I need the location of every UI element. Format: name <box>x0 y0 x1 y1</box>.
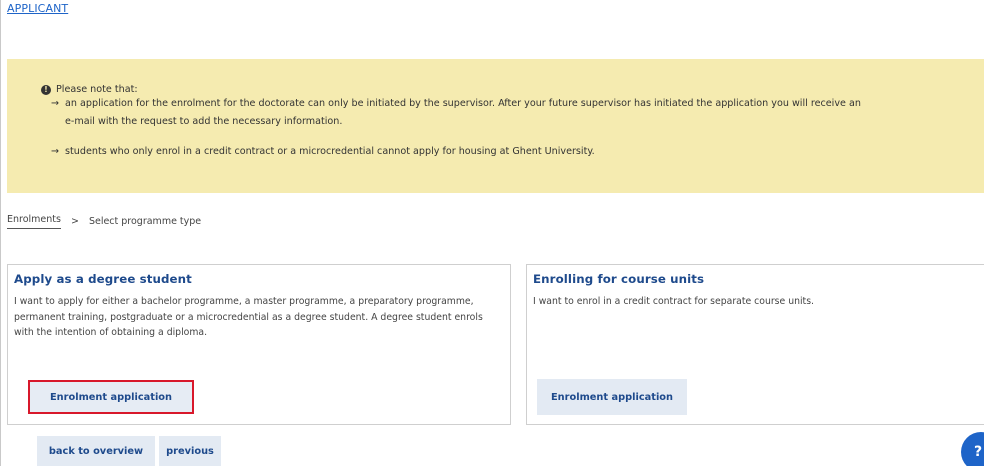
degree-enrolment-application-button[interactable]: Enrolment application <box>28 380 194 414</box>
previous-button[interactable]: previous <box>159 436 221 466</box>
card-description: I want to apply for either a bachelor pr… <box>14 296 483 338</box>
applicant-link[interactable]: APPLICANT <box>7 2 68 15</box>
help-icon[interactable]: ? <box>961 432 984 466</box>
arrow-right-icon: → <box>51 98 60 109</box>
notice-item-text: students who only enrol in a credit cont… <box>65 146 595 157</box>
course-enrolment-application-button[interactable]: Enrolment application <box>537 379 687 415</box>
card-title: Enrolling for course units <box>533 272 705 286</box>
notice-item-continuation: e-mail with the request to add the neces… <box>65 116 343 127</box>
card-title: Apply as a degree student <box>14 272 192 286</box>
back-to-overview-button[interactable]: back to overview <box>37 436 155 466</box>
page: APPLICANT ! Please note that: → an applic… <box>0 0 984 466</box>
notice-box: ! Please note that: → an application for … <box>7 59 984 193</box>
info-icon: ! <box>41 84 51 95</box>
notice-header: ! Please note that: <box>41 84 138 95</box>
notice-item: → an application for the enrolment for th… <box>51 98 861 109</box>
card-description: I want to enrol in a credit contract for… <box>533 296 815 307</box>
breadcrumb-separator: > <box>70 216 79 227</box>
notice-title: Please note that: <box>56 84 138 95</box>
breadcrumb: Enrolments > Select programme type <box>7 214 201 229</box>
notice-item-text: an application for the enrolment for the… <box>65 98 861 109</box>
arrow-right-icon: → <box>51 146 60 157</box>
breadcrumb-enrolments-link[interactable]: Enrolments <box>7 214 61 229</box>
notice-item: → students who only enrol in a credit con… <box>51 146 595 157</box>
breadcrumb-current: Select programme type <box>88 216 202 227</box>
